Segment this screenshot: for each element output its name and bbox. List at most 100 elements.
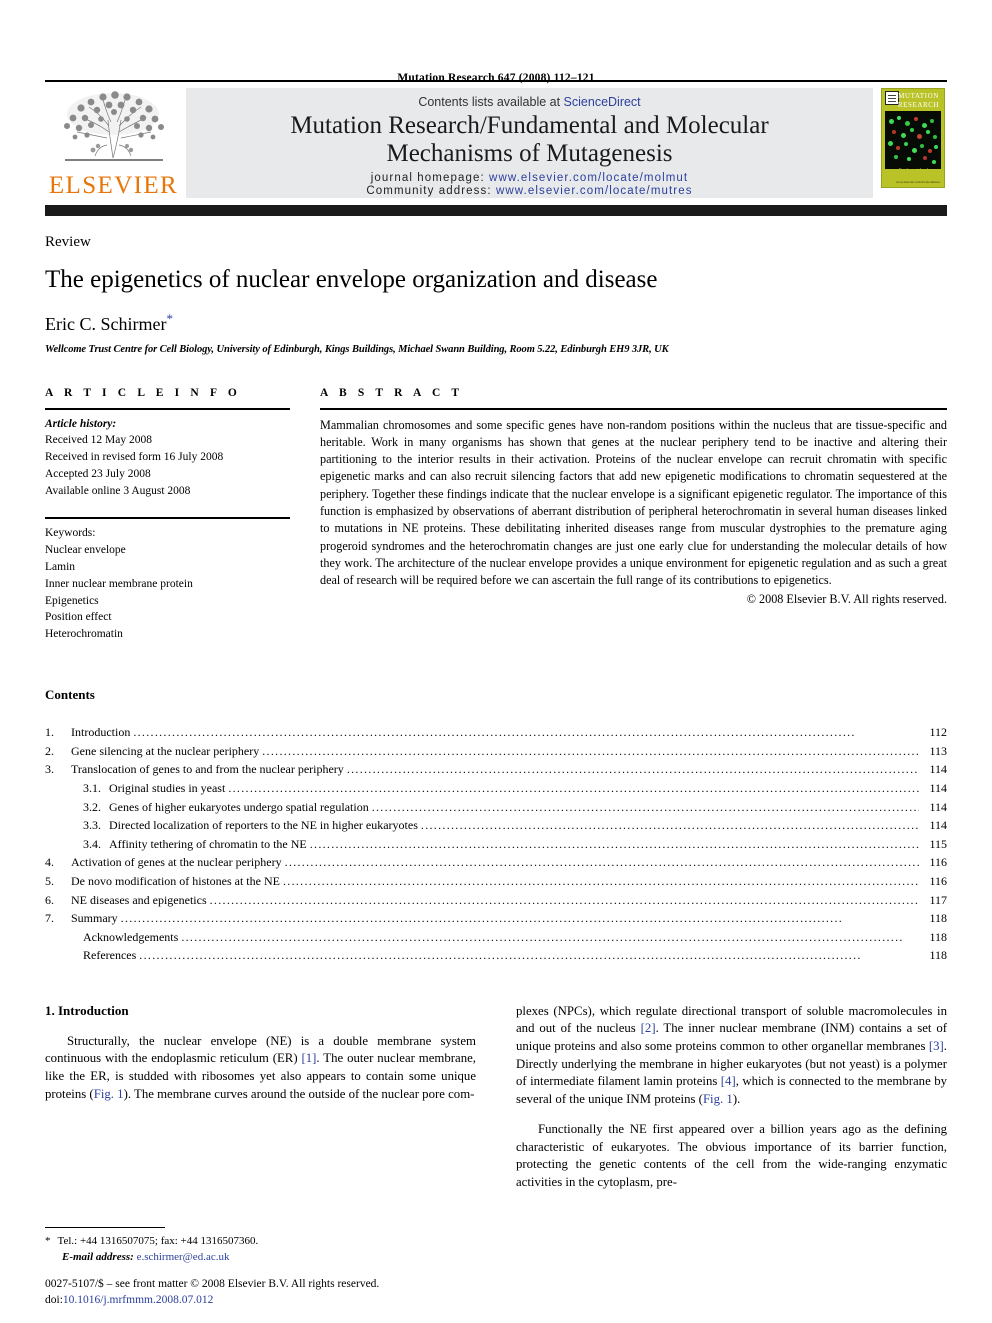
toc-leader: ........................................…	[139, 948, 862, 963]
reference-link-2[interactable]: [2]	[641, 1021, 656, 1035]
toc-label[interactable]: NE diseases and epigenetics	[71, 891, 207, 910]
toc-label[interactable]: De novo modification of histones at the …	[71, 872, 280, 891]
article-history-label: Article history:	[45, 417, 117, 430]
reference-link-4[interactable]: [4]	[721, 1074, 736, 1088]
toc-label[interactable]: References	[83, 946, 136, 965]
keyword-item: Epigenetics	[45, 594, 99, 607]
toc-number: 3.3.	[83, 818, 101, 833]
toc-page: 114	[929, 780, 947, 795]
contact-text: Tel.: +44 1316507075; fax: +44 131650736…	[57, 1235, 259, 1248]
toc-leader: ........................................…	[420, 818, 919, 833]
doi-link[interactable]: 10.1016/j.mrfmmm.2008.07.012	[63, 1294, 213, 1306]
toc-number: 4.	[45, 855, 54, 870]
figure-link-1[interactable]: Fig. 1	[703, 1092, 733, 1106]
journal-title-line-2: Mechanisms of Mutagenesis	[386, 140, 673, 167]
toc-row[interactable]: 6. NE diseases and epigenetics .........…	[45, 891, 947, 910]
author-affiliation: Wellcome Trust Centre for Cell Biology, …	[45, 343, 669, 355]
cover-title: MUTATION RESEARCH	[895, 92, 942, 111]
history-item: Received in revised form 16 July 2008	[45, 451, 224, 464]
info-abstract-row: A R T I C L E I N F O Article history: R…	[45, 387, 947, 644]
toc-label[interactable]: Original studies in yeast	[109, 779, 225, 798]
journal-title: Mutation Research/Fundamental and Molecu…	[186, 112, 873, 168]
toc-row[interactable]: References .............................…	[45, 946, 947, 965]
toc-page: 118	[929, 929, 947, 944]
keyword-item: Inner nuclear membrane protein	[45, 577, 193, 590]
cover-title-line-2: RESEARCH	[897, 101, 940, 110]
toc-number: 1.	[45, 725, 54, 740]
toc-row[interactable]: 7. Summary .............................…	[45, 909, 947, 928]
toc-leader: ........................................…	[282, 873, 919, 888]
reference-link-3[interactable]: [3]	[929, 1039, 944, 1053]
toc-number: 2.	[45, 743, 54, 758]
toc-row[interactable]: 3.2. Genes of higher eukaryotes undergo …	[45, 798, 947, 817]
article-first-page: Mutation Research 647 (2008) 112–121 ELS…	[0, 0, 992, 1323]
journal-homepage-url[interactable]: www.elsevier.com/locate/molmut	[489, 172, 688, 184]
author-list: Eric C. Schirmer*	[45, 311, 947, 335]
contents-available-line: Contents lists available at ScienceDirec…	[186, 95, 873, 109]
toc-leader: ........................................…	[228, 780, 919, 795]
table-of-contents: 1. Introduction ........................…	[45, 723, 947, 965]
article-type: Review	[45, 234, 91, 250]
contents-available-prefix: Contents lists available at	[418, 95, 564, 109]
toc-label[interactable]: Gene silencing at the nuclear periphery	[71, 742, 259, 761]
toc-number: 6.	[45, 892, 54, 907]
toc-row[interactable]: Acknowledgements .......................…	[45, 928, 947, 947]
toc-page: 117	[929, 892, 947, 907]
article-info-column: A R T I C L E I N F O Article history: R…	[45, 387, 290, 644]
paragraph-text: ). The membrane curves around the outsid…	[123, 1086, 475, 1101]
abstract-copyright: © 2008 Elsevier B.V. All rights reserved…	[746, 591, 947, 606]
toc-row[interactable]: 5. De novo modification of histones at t…	[45, 872, 947, 891]
community-address-label: Community address:	[366, 185, 492, 197]
keyword-item: Lamin	[45, 560, 76, 573]
toc-leader: ........................................…	[346, 762, 919, 777]
toc-number: 7.	[45, 911, 54, 926]
toc-leader: ........................................…	[262, 743, 919, 758]
doi-label: doi:	[45, 1294, 63, 1307]
cover-title-line-1: MUTATION	[898, 92, 939, 100]
community-address-line: Community address: www.elsevier.com/loca…	[186, 185, 873, 197]
toc-page: 118	[929, 911, 947, 926]
journal-homepage-label: journal homepage:	[370, 172, 485, 184]
toc-row[interactable]: 1. Introduction ........................…	[45, 723, 947, 742]
reference-link-1[interactable]: [1]	[302, 1051, 317, 1065]
footnote-rule	[45, 1227, 165, 1229]
toc-row[interactable]: 2. Gene silencing at the nuclear periphe…	[45, 742, 947, 761]
toc-label[interactable]: Genes of higher eukaryotes undergo spati…	[109, 798, 369, 817]
cover-subtitle: Fundamental and Molecular Mechanisms of …	[899, 167, 937, 169]
elsevier-tree-icon	[63, 91, 164, 161]
community-address-url[interactable]: www.elsevier.com/locate/mutres	[496, 185, 693, 197]
body-column-right: plexes (NPCs), which regulate directiona…	[516, 1003, 947, 1191]
footnote-block: * Tel.: +44 1316507075; fax: +44 13165073…	[45, 1227, 476, 1266]
toc-label[interactable]: Translocation of genes to and from the n…	[71, 760, 344, 779]
figure-link-1[interactable]: Fig. 1	[94, 1087, 124, 1101]
running-head: Mutation Research 647 (2008) 112–121	[397, 72, 595, 84]
section-heading-introduction: 1. Introduction	[45, 1002, 129, 1018]
toc-label[interactable]: Affinity tethering of chromatin to the N…	[109, 835, 307, 854]
abstract-column: A B S T R A C T Mammalian chromosomes an…	[320, 387, 947, 644]
journal-homepage-line: journal homepage: www.elsevier.com/locat…	[186, 172, 873, 184]
toc-number: 3.4.	[83, 836, 101, 851]
abstract-text: Mammalian chromosomes and some specific …	[320, 417, 947, 588]
toc-label[interactable]: Introduction	[71, 723, 130, 742]
toc-page: 114	[929, 818, 947, 833]
toc-page: 114	[929, 799, 947, 814]
toc-page: 114	[929, 762, 947, 777]
toc-leader: ........................................…	[133, 725, 856, 740]
email-link[interactable]: e.schirmer@ed.ac.uk	[137, 1251, 230, 1263]
toc-label[interactable]: Summary	[71, 909, 118, 928]
toc-row[interactable]: 4. Activation of genes at the nuclear pe…	[45, 853, 947, 872]
toc-label[interactable]: Acknowledgements	[83, 928, 178, 947]
body-paragraph: plexes (NPCs), which regulate directiona…	[516, 1003, 947, 1108]
body-column-left: 1. Introduction Structurally, the nuclea…	[45, 1003, 476, 1191]
journal-banner: Contents lists available at ScienceDirec…	[186, 88, 873, 198]
corresponding-author-email: E-mail address: e.schirmer@ed.ac.uk	[45, 1250, 476, 1266]
footnote-marker: *	[45, 1235, 51, 1248]
toc-label[interactable]: Activation of genes at the nuclear perip…	[71, 853, 282, 872]
sciencedirect-link[interactable]: ScienceDirect	[564, 95, 641, 109]
toc-row[interactable]: 3.4. Affinity tethering of chromatin to …	[45, 835, 947, 854]
toc-row[interactable]: 3.1. Original studies in yeast .........…	[45, 779, 947, 798]
toc-label[interactable]: Directed localization of reporters to th…	[109, 816, 418, 835]
toc-row[interactable]: 3.3. Directed localization of reporters …	[45, 816, 947, 835]
issn-doi-block: 0027-5107/$ – see front matter © 2008 El…	[45, 1276, 605, 1309]
toc-row[interactable]: 3. Translocation of genes to and from th…	[45, 760, 947, 779]
